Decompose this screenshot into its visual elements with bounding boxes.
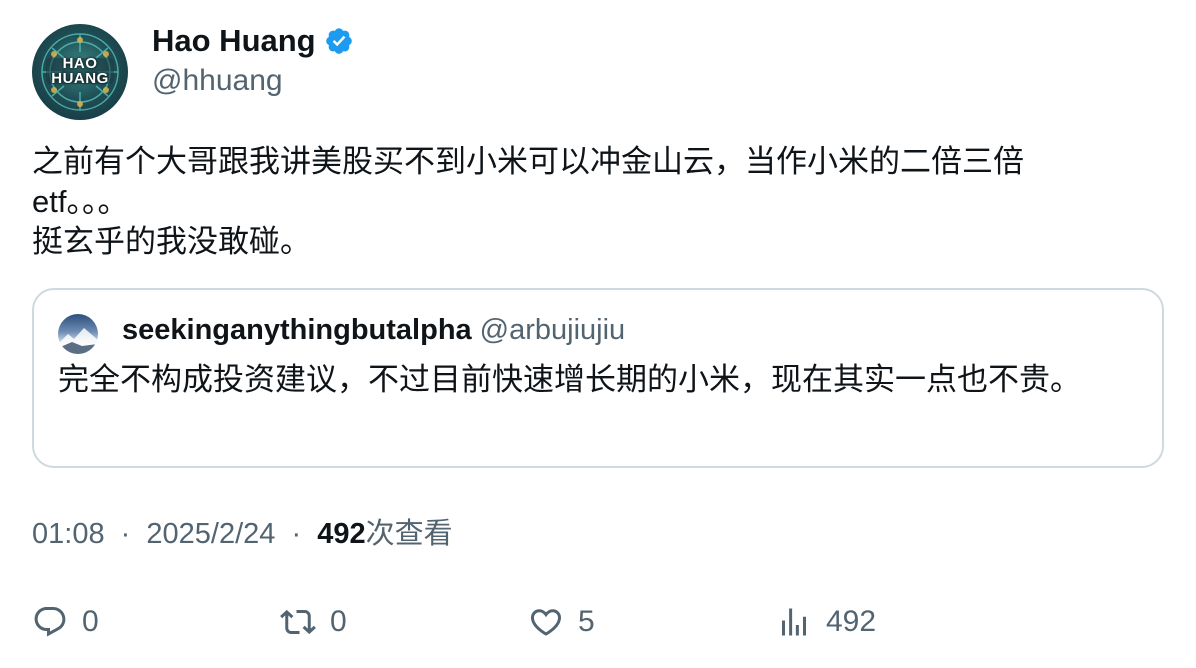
reply-count: 0: [82, 605, 99, 638]
analytics-icon: [782, 608, 806, 636]
tweet-text: 之前有个大哥跟我讲美股买不到小米可以冲金山云，当作小米的二倍三倍 etf。。。 …: [32, 142, 1162, 262]
quoted-tweet[interactable]: seekinganythingbutalpha @arbujiujiu 完全不构…: [32, 288, 1164, 468]
author-name-row: Hao Huang: [152, 22, 354, 60]
tweet-text-line: 挺玄乎的我没敢碰。: [32, 224, 311, 259]
reply-button[interactable]: 0: [32, 600, 99, 644]
views-label: 次查看: [365, 518, 453, 550]
meta-separator: ·: [291, 518, 302, 550]
tweet-time[interactable]: 01:08: [32, 518, 105, 550]
like-button[interactable]: 5: [528, 600, 595, 644]
quoted-handle: @arbujiujiu: [479, 314, 626, 346]
tweet-text-line: etf。。。: [32, 184, 129, 219]
mountain-icon: [58, 328, 98, 354]
author-avatar[interactable]: HAO HUANG: [32, 24, 128, 120]
meta-separator: ·: [120, 518, 131, 550]
repost-count: 0: [330, 605, 347, 638]
quoted-display-name: seekinganythingbutalpha: [122, 314, 472, 346]
views-button[interactable]: 492: [776, 600, 876, 644]
repost-button[interactable]: 0: [280, 600, 347, 644]
views-action-count: 492: [826, 605, 877, 638]
views-count: 492: [317, 518, 366, 550]
reply-icon: [34, 607, 66, 637]
like-count: 5: [578, 605, 595, 638]
author-display-name[interactable]: Hao Huang: [152, 22, 316, 60]
tweet-date[interactable]: 2025/2/24: [146, 518, 275, 550]
tweet-text-line: 之前有个大哥跟我讲美股买不到小米可以冲金山云，当作小米的二倍三倍: [32, 144, 1024, 179]
quoted-author-avatar: [58, 314, 98, 354]
quoted-author-row: seekinganythingbutalpha @arbujiujiu: [122, 310, 625, 350]
verified-badge-icon: [325, 28, 352, 54]
quoted-tweet-text: 完全不构成投资建议，不过目前快速增长期的小米，现在其实一点也不贵。: [58, 362, 1081, 397]
tweet-meta: 01:08 · 2025/2/24 · 492次查看: [32, 514, 453, 554]
repost-icon: [280, 609, 316, 635]
author-handle[interactable]: @hhuang: [152, 62, 283, 100]
avatar-text: HAO HUANG: [51, 55, 109, 87]
tweet: HAO HUANG Hao Huang @hhuang 之前有个大哥跟我讲美股买…: [0, 0, 1196, 668]
heart-icon: [530, 609, 562, 636]
